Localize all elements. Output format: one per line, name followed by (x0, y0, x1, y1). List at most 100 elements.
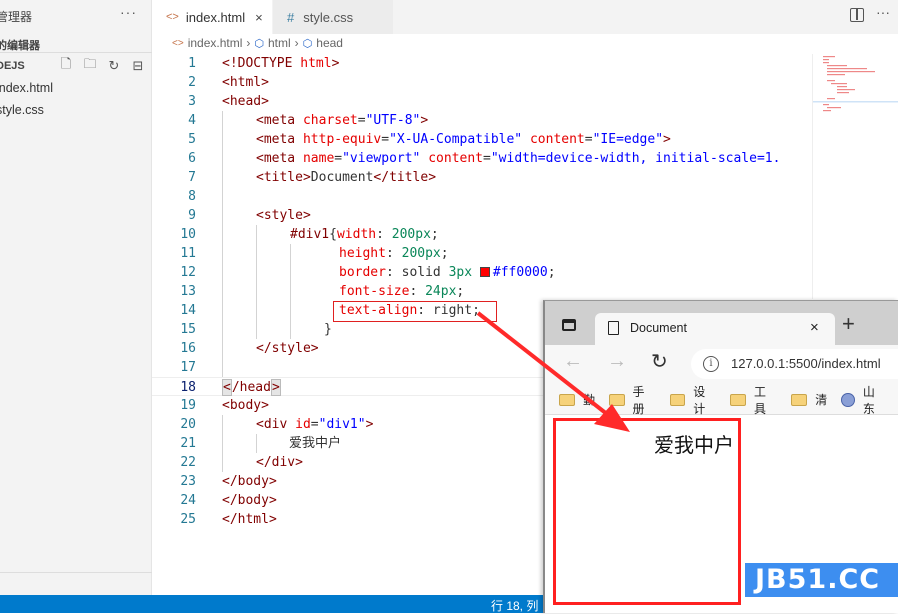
token: id (295, 417, 311, 432)
bookmark-item[interactable]: 手册 (609, 383, 656, 417)
html-file-icon: <> (166, 11, 179, 23)
token: name (302, 151, 335, 166)
url-text: 127.0.0.1:5500/index.html (731, 356, 881, 371)
folder-icon (791, 393, 808, 406)
document-icon (608, 321, 619, 335)
tab-style-css[interactable]: # style.css (273, 0, 393, 34)
code-line: 13 font-size: 24px; (152, 282, 812, 301)
more-actions-icon[interactable]: ··· (120, 4, 137, 20)
token: ; (547, 265, 556, 280)
token: "UTF-8" (365, 113, 421, 128)
token: Document (310, 170, 374, 185)
token: <div (256, 417, 296, 432)
folder-icon (609, 393, 625, 406)
tab-label: index.html (185, 9, 246, 25)
token: </body> (222, 493, 277, 508)
cursor-position[interactable]: 行 18, 列 (491, 597, 538, 614)
new-tab-button[interactable]: + (842, 311, 855, 337)
bracket-match: < (222, 379, 232, 396)
tab-index-html[interactable]: <> index.html × (152, 0, 272, 34)
bookmark-item[interactable]: 勤 (559, 391, 595, 408)
web-page-content: 爱我中户 JB51.CC (545, 416, 898, 614)
breadcrumb-item[interactable]: index.html (188, 36, 243, 50)
token: "X-UA-Compatible" (389, 132, 523, 147)
bookmark-item[interactable]: 设计 (669, 383, 717, 417)
reload-button[interactable]: ↻ (651, 349, 668, 374)
split-editor-icon[interactable] (850, 8, 864, 22)
new-file-icon[interactable]: 🗋 (58, 56, 74, 74)
code-line: 10 #div1{width: 200px; (152, 225, 812, 244)
bookmark-item[interactable]: 工具 (730, 383, 777, 417)
token: <meta (256, 132, 303, 147)
file-item-style-css[interactable]: style.css (0, 103, 44, 117)
token: 3px (448, 265, 473, 280)
editor-tabs: <> index.html × # style.css ··· (152, 0, 898, 34)
token: "IE=edge" (592, 132, 664, 147)
token: > (420, 113, 429, 128)
code-line: 9 <style> (152, 206, 812, 225)
token: = (310, 417, 319, 432)
more-actions-icon[interactable]: ··· (876, 4, 890, 20)
file-item-index-html[interactable]: index.html (0, 81, 53, 95)
close-icon[interactable]: × (255, 10, 263, 25)
code-line: 12 border: solid 3px #ff0000; (152, 263, 812, 282)
browser-window: Document × + ← → ↻ i 127.0.0.1:5500/inde… (543, 300, 898, 613)
line-number: 10 (180, 227, 196, 242)
bookmark-item[interactable]: 山东 (841, 383, 886, 417)
project-folder[interactable]: DEJS (0, 60, 25, 72)
token: html (300, 56, 332, 71)
breadcrumb: <> index.html › ⬡ html › ⬡ head (172, 36, 343, 50)
token: http-equiv (302, 132, 382, 147)
breadcrumb-item[interactable]: head (316, 36, 343, 50)
token: > (663, 132, 671, 147)
token: > (365, 417, 374, 432)
token: : (385, 246, 402, 261)
token: "div1" (318, 417, 366, 432)
line-number: 14 (180, 303, 196, 318)
close-tab-icon[interactable]: × (810, 319, 819, 336)
line-number: 16 (180, 341, 196, 356)
globe-icon (841, 392, 855, 407)
line-number: 13 (180, 284, 196, 299)
minimap[interactable] (812, 54, 898, 299)
token: = (584, 132, 593, 147)
line-number: 12 (180, 265, 196, 280)
line-number: 15 (180, 322, 196, 337)
line-number: 5 (188, 132, 196, 147)
address-bar[interactable]: i 127.0.0.1:5500/index.html (691, 349, 898, 379)
browser-tab-strip: Document × + (545, 301, 898, 345)
token: "width=device-width, initial-scale=1. (490, 151, 781, 166)
line-number: 20 (180, 417, 196, 432)
bookmark-item[interactable]: 清 (791, 391, 827, 408)
breadcrumb-item[interactable]: html (268, 36, 291, 50)
html-file-icon: <> (172, 37, 184, 49)
line-number: 3 (188, 94, 196, 109)
divider (0, 572, 152, 573)
new-folder-icon[interactable]: 🗀 (82, 56, 98, 74)
token: <style> (256, 208, 311, 223)
token: content (428, 151, 484, 166)
explorer-title: 管理器 (0, 10, 33, 24)
minimap-preview (813, 56, 898, 112)
token: : (376, 227, 392, 242)
collapse-icon[interactable]: ⊟ (130, 58, 146, 74)
token: <title> (256, 170, 311, 185)
info-icon[interactable]: i (703, 356, 719, 372)
token: : (409, 284, 426, 299)
browser-tab[interactable]: Document × (595, 313, 835, 345)
forward-button[interactable]: → (607, 350, 627, 373)
open-editors-section[interactable]: 的编辑器 (0, 37, 40, 53)
token: 200px (391, 227, 431, 242)
refresh-icon[interactable]: ↻ (106, 58, 122, 74)
token: </title> (373, 170, 437, 185)
color-swatch[interactable] (479, 267, 490, 277)
chevron-right-icon: › (246, 36, 251, 50)
token: <html> (222, 75, 269, 90)
back-button[interactable]: ← (563, 350, 583, 373)
code-line: 5 <meta http-equiv="X-UA-Compatible" cont… (152, 130, 812, 149)
token: > (331, 56, 340, 71)
element-icon: ⬡ (254, 37, 264, 50)
sidebar-toggle-icon[interactable] (562, 319, 576, 331)
token: charset (302, 113, 358, 128)
